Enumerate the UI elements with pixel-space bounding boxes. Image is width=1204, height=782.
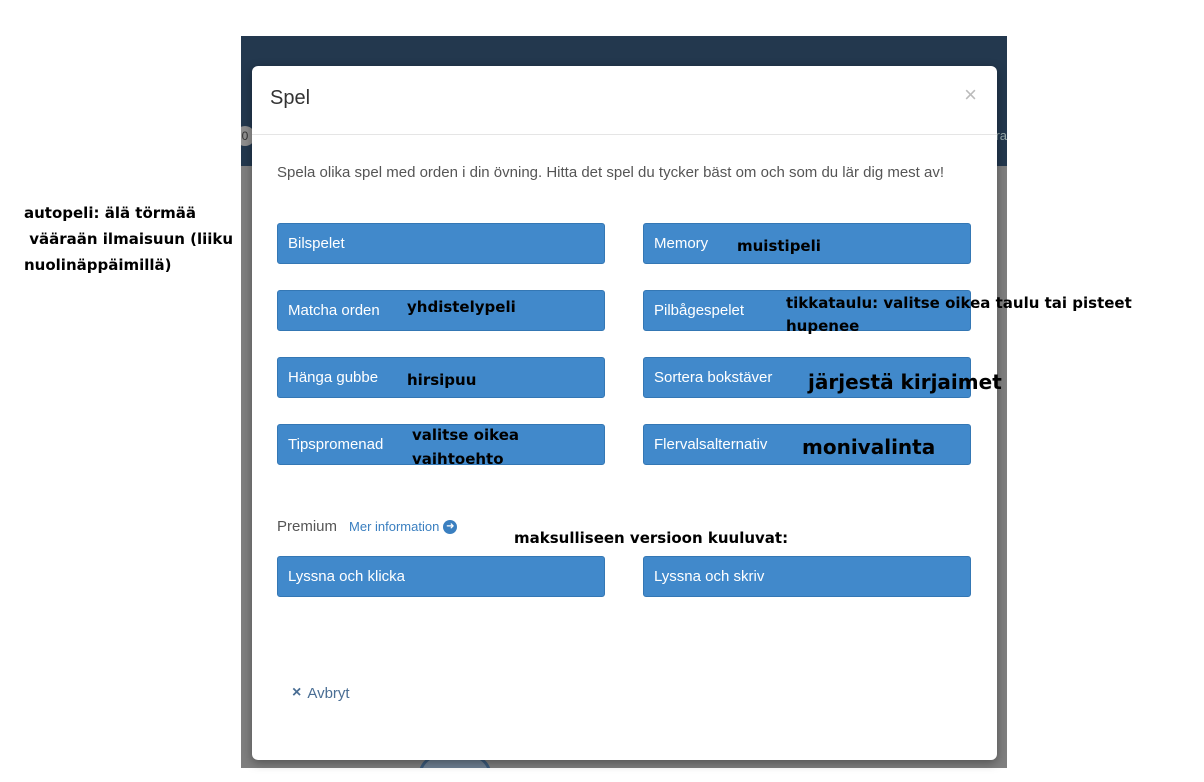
annotation-autopeli-1: autopeli: älä törmää <box>24 204 197 222</box>
cancel-button[interactable]: × Avbryt <box>292 684 350 702</box>
annotation-tips-2: vaihtoehto <box>412 450 504 468</box>
modal-intro-text: Spela olika spel med orden i din övning.… <box>277 164 945 181</box>
arrow-right-circle-icon: ➜ <box>443 519 458 534</box>
annotation-premium: maksulliseen versioon kuuluvat: <box>514 529 789 547</box>
annotation-autopeli-2: vääraän ilmaisuun (liiku <box>24 230 234 248</box>
premium-link-text: Mer information <box>349 519 440 534</box>
game-button-lyssna-och-klicka[interactable]: Lyssna och klicka <box>277 556 605 597</box>
cancel-label: Avbryt <box>307 684 350 702</box>
annotation-memory: muistipeli <box>737 237 821 255</box>
games-modal: Spel × Spela olika spel med orden i din … <box>252 66 997 760</box>
close-icon[interactable]: × <box>964 82 977 108</box>
annotation-pilbage-1: tikkataulu: valitse oikea taulu tai pist… <box>786 294 1132 312</box>
x-icon: × <box>292 684 302 701</box>
game-button-bilspelet[interactable]: Bilspelet <box>277 223 605 264</box>
annotation-flerval: monivalinta <box>802 435 936 459</box>
annotation-pilbage-2: hupenee <box>786 317 860 335</box>
modal-header: Spel × <box>252 66 997 135</box>
game-button-lyssna-och-skriv[interactable]: Lyssna och skriv <box>643 556 971 597</box>
premium-label: Premium <box>277 518 338 535</box>
annotation-sortera: järjestä kirjaimet <box>808 370 1002 394</box>
annotation-hanga: hirsipuu <box>407 371 477 389</box>
annotation-autopeli-3: nuolinäppäimillä) <box>24 256 172 274</box>
premium-more-info-link[interactable]: Mer information ➜ <box>349 519 458 534</box>
modal-title: Spel <box>270 87 311 109</box>
annotation-tips-1: valitse oikea <box>412 426 519 444</box>
annotation-matcha: yhdistelypeli <box>407 298 516 316</box>
premium-section-label: Premium Mer information ➜ <box>277 518 458 535</box>
